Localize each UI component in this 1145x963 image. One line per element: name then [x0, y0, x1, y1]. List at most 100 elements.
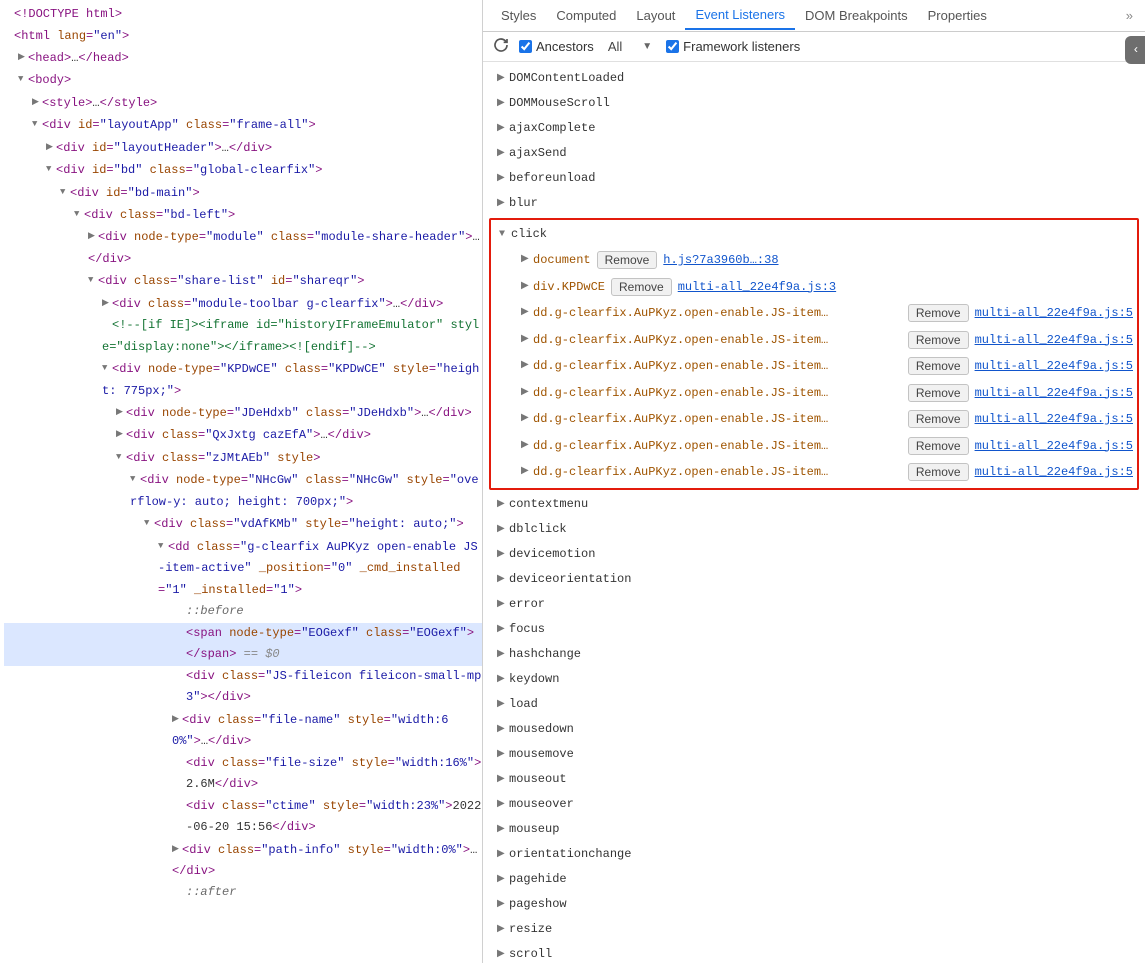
dom-module-share[interactable]: <div node-type="module" class="module-sh… — [4, 226, 482, 270]
refresh-icon[interactable] — [493, 37, 509, 56]
event-dblclick[interactable]: dblclick — [483, 517, 1145, 542]
scope-value: All — [608, 39, 622, 54]
source-link[interactable]: multi-all_22e4f9a.js:5 — [975, 461, 1133, 484]
event-ajaxsend[interactable]: ajaxSend — [483, 141, 1145, 166]
event-orientationchange[interactable]: orientationchange — [483, 842, 1145, 867]
source-link[interactable]: multi-all_22e4f9a.js:5 — [975, 435, 1133, 458]
more-tabs-icon[interactable]: » — [1122, 4, 1137, 27]
dom-nhcgw[interactable]: <div node-type="NHcGw" class="NHcGw" sty… — [4, 469, 482, 513]
dom-layoutapp[interactable]: <div id="layoutApp" class="frame-all"> — [4, 114, 482, 136]
scope-select[interactable]: All ▼ — [604, 37, 656, 56]
event-pageshow[interactable]: pageshow — [483, 892, 1145, 917]
event-listeners-list[interactable]: DOMContentLoaded DOMMouseScroll ajaxComp… — [483, 62, 1145, 963]
dom-vdafkmb[interactable]: <div class="vdAfKMb" style="height: auto… — [4, 513, 482, 535]
source-link[interactable]: multi-all_22e4f9a.js:5 — [975, 302, 1133, 325]
event-hashchange[interactable]: hashchange — [483, 642, 1145, 667]
event-mouseup[interactable]: mouseup — [483, 817, 1145, 842]
event-devicemotion[interactable]: devicemotion — [483, 542, 1145, 567]
source-link[interactable]: multi-all_22e4f9a.js:5 — [975, 329, 1133, 352]
dom-kpdwce[interactable]: <div node-type="KPDwCE" class="KPDwCE" s… — [4, 358, 482, 402]
dom-fileicon[interactable]: <div class="JS-fileicon fileicon-small-m… — [4, 666, 482, 709]
dom-html[interactable]: <html lang="en"> — [4, 26, 482, 48]
event-mousedown[interactable]: mousedown — [483, 717, 1145, 742]
remove-button[interactable]: Remove — [908, 384, 969, 402]
listener-row[interactable]: dd.g-clearfix.AuPKyz.open-enable.JS-item… — [491, 353, 1137, 380]
elements-dom-tree[interactable]: <!DOCTYPE html> <html lang="en"> <head>…… — [0, 0, 483, 963]
event-click[interactable]: click — [491, 222, 1137, 247]
remove-button[interactable]: Remove — [908, 304, 969, 322]
remove-button[interactable]: Remove — [908, 463, 969, 481]
listener-row[interactable]: dd.g-clearfix.AuPKyz.open-enable.JS-item… — [491, 406, 1137, 433]
tab-layout[interactable]: Layout — [626, 2, 685, 29]
event-mouseout[interactable]: mouseout — [483, 767, 1145, 792]
tab-computed[interactable]: Computed — [546, 2, 626, 29]
source-link[interactable]: multi-all_22e4f9a.js:5 — [975, 355, 1133, 378]
source-link[interactable]: multi-all_22e4f9a.js:5 — [975, 382, 1133, 405]
source-link[interactable]: multi-all_22e4f9a.js:5 — [975, 408, 1133, 431]
event-pagehide[interactable]: pagehide — [483, 867, 1145, 892]
dom-span-selected[interactable]: <span node-type="EOGexf" class="EOGexf">… — [4, 623, 482, 666]
dom-after[interactable]: ::after — [4, 882, 482, 904]
dom-share-list[interactable]: <div class="share-list" id="shareqr"> — [4, 270, 482, 292]
dom-bd-left[interactable]: <div class="bd-left"> — [4, 204, 482, 226]
event-deviceorientation[interactable]: deviceorientation — [483, 567, 1145, 592]
event-focus[interactable]: focus — [483, 617, 1145, 642]
event-resize[interactable]: resize — [483, 917, 1145, 942]
event-domcontentloaded[interactable]: DOMContentLoaded — [483, 66, 1145, 91]
event-dommousescroll[interactable]: DOMMouseScroll — [483, 91, 1145, 116]
listener-row[interactable]: dd.g-clearfix.AuPKyz.open-enable.JS-item… — [491, 380, 1137, 407]
event-scroll[interactable]: scroll — [483, 942, 1145, 963]
sidebar-panel: Styles Computed Layout Event Listeners D… — [483, 0, 1145, 963]
tab-styles[interactable]: Styles — [491, 2, 546, 29]
event-beforeunload[interactable]: beforeunload — [483, 166, 1145, 191]
event-error[interactable]: error — [483, 592, 1145, 617]
dom-jdehdxb[interactable]: <div node-type="JDeHdxb" class="JDeHdxb"… — [4, 402, 482, 424]
listener-row[interactable]: dd.g-clearfix.AuPKyz.open-enable.JS-item… — [491, 327, 1137, 354]
source-link[interactable]: multi-all_22e4f9a.js:3 — [678, 276, 836, 299]
listener-row[interactable]: documentRemoveh.js?7a3960b…:38 — [491, 247, 1137, 274]
source-link[interactable]: h.js?7a3960b…:38 — [663, 249, 778, 272]
ancestors-label: Ancestors — [536, 39, 594, 54]
dom-ctime[interactable]: <div class="ctime" style="width:23%">202… — [4, 796, 482, 839]
event-mousemove[interactable]: mousemove — [483, 742, 1145, 767]
dom-pathinfo[interactable]: <div class="path-info" style="width:0%">… — [4, 839, 482, 883]
dom-dd[interactable]: <dd class="g-clearfix AuPKyz open-enable… — [4, 536, 482, 601]
dom-bd-main[interactable]: <div id="bd-main"> — [4, 182, 482, 204]
ancestors-checkbox[interactable]: Ancestors — [519, 39, 594, 54]
dom-qxjxtg[interactable]: <div class="QxJxtg cazEfA">…</div> — [4, 424, 482, 446]
dom-body[interactable]: <body> — [4, 69, 482, 91]
event-contextmenu[interactable]: contextmenu — [483, 492, 1145, 517]
event-load[interactable]: load — [483, 692, 1145, 717]
tab-dom-breakpoints[interactable]: DOM Breakpoints — [795, 2, 918, 29]
dom-head[interactable]: <head>…</head> — [4, 47, 482, 69]
listener-row[interactable]: dd.g-clearfix.AuPKyz.open-enable.JS-item… — [491, 459, 1137, 486]
dom-zjmtaeb[interactable]: <div class="zJMtAEb" style> — [4, 447, 482, 469]
dom-before[interactable]: ::before — [4, 601, 482, 623]
dom-doctype[interactable]: <!DOCTYPE html> — [4, 4, 482, 26]
dom-bd[interactable]: <div id="bd" class="global-clearfix"> — [4, 159, 482, 181]
remove-button[interactable]: Remove — [908, 410, 969, 428]
event-keydown[interactable]: keydown — [483, 667, 1145, 692]
event-mouseover[interactable]: mouseover — [483, 792, 1145, 817]
remove-button[interactable]: Remove — [908, 357, 969, 375]
dom-filesize[interactable]: <div class="file-size" style="width:16%"… — [4, 753, 482, 796]
listener-row[interactable]: div.KPDwCERemovemulti-all_22e4f9a.js:3 — [491, 274, 1137, 301]
listener-row[interactable]: dd.g-clearfix.AuPKyz.open-enable.JS-item… — [491, 300, 1137, 327]
framework-listeners-checkbox[interactable]: Framework listeners — [666, 39, 800, 54]
dom-style[interactable]: <style>…</style> — [4, 92, 482, 114]
remove-button[interactable]: Remove — [908, 331, 969, 349]
remove-button[interactable]: Remove — [908, 437, 969, 455]
dom-ie-comment[interactable]: <!--[if IE]><iframe id="historyIFrameEmu… — [4, 315, 482, 358]
framework-listeners-label: Framework listeners — [683, 39, 800, 54]
tab-properties[interactable]: Properties — [918, 2, 997, 29]
dom-filename[interactable]: <div class="file-name" style="width:60%"… — [4, 709, 482, 753]
remove-button[interactable]: Remove — [597, 251, 658, 269]
drawer-collapse-handle[interactable]: ‹ — [1125, 36, 1145, 64]
remove-button[interactable]: Remove — [611, 278, 672, 296]
event-blur[interactable]: blur — [483, 191, 1145, 216]
dom-layoutheader[interactable]: <div id="layoutHeader">…</div> — [4, 137, 482, 159]
event-ajaxcomplete[interactable]: ajaxComplete — [483, 116, 1145, 141]
dom-module-toolbar[interactable]: <div class="module-toolbar g-clearfix">…… — [4, 293, 482, 315]
tab-event-listeners[interactable]: Event Listeners — [685, 1, 795, 30]
listener-row[interactable]: dd.g-clearfix.AuPKyz.open-enable.JS-item… — [491, 433, 1137, 460]
